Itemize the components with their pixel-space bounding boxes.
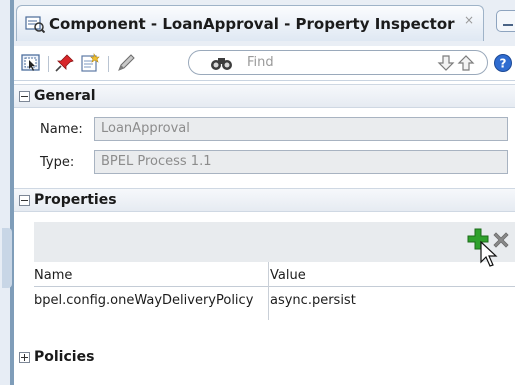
close-icon[interactable]: × bbox=[464, 13, 474, 27]
column-header-name[interactable]: Name bbox=[34, 268, 266, 283]
table-header: Name Value bbox=[34, 262, 515, 287]
select-icon[interactable] bbox=[20, 53, 42, 73]
find-field[interactable]: Find bbox=[188, 50, 488, 75]
left-splitter[interactable] bbox=[0, 0, 14, 385]
general-section-title: General bbox=[34, 88, 96, 104]
collapse-icon[interactable] bbox=[19, 195, 30, 206]
toolbar: Find ? bbox=[14, 46, 515, 81]
property-value-cell[interactable]: async.persist bbox=[270, 293, 515, 308]
minimize-button[interactable] bbox=[496, 10, 515, 32]
properties-toolbar bbox=[34, 222, 515, 267]
type-field[interactable]: BPEL Process 1.1 bbox=[94, 150, 508, 174]
find-placeholder: Find bbox=[247, 55, 274, 70]
splitter-handle[interactable] bbox=[2, 228, 12, 288]
svg-text:?: ? bbox=[500, 57, 507, 71]
expand-icon[interactable] bbox=[19, 352, 30, 363]
toolbar-separator bbox=[48, 56, 49, 72]
properties-section-header[interactable]: Properties bbox=[14, 188, 515, 212]
pencil-icon[interactable] bbox=[116, 53, 138, 73]
edit-properties-icon[interactable] bbox=[80, 53, 102, 73]
title-bar: Component - LoanApproval - Property Insp… bbox=[14, 0, 515, 46]
tab-title: Component - LoanApproval - Property Insp… bbox=[49, 15, 455, 33]
general-section-header[interactable]: General bbox=[14, 84, 515, 108]
property-inspector-panel: Component - LoanApproval - Property Insp… bbox=[14, 0, 515, 385]
policies-section-header[interactable]: Policies bbox=[14, 346, 515, 370]
name-label: Name: bbox=[40, 122, 83, 137]
collapse-icon[interactable] bbox=[19, 91, 30, 102]
policies-section-title: Policies bbox=[34, 349, 95, 365]
find-previous-icon[interactable] bbox=[457, 54, 475, 72]
name-field[interactable]: LoanApproval bbox=[94, 117, 508, 141]
column-header-value[interactable]: Value bbox=[270, 268, 515, 283]
pin-icon[interactable] bbox=[54, 53, 76, 73]
toolbar-separator bbox=[108, 56, 109, 72]
properties-section-title: Properties bbox=[34, 192, 117, 208]
property-name-cell[interactable]: bpel.config.oneWayDeliveryPolicy bbox=[34, 293, 266, 308]
property-inspector-icon bbox=[25, 16, 45, 33]
find-next-icon[interactable] bbox=[437, 54, 455, 72]
binoculars-icon[interactable] bbox=[209, 54, 235, 72]
help-icon[interactable]: ? bbox=[492, 53, 514, 73]
tab-property-inspector[interactable]: Component - LoanApproval - Property Insp… bbox=[16, 5, 484, 41]
type-label: Type: bbox=[40, 155, 75, 170]
table-row[interactable]: bpel.config.oneWayDeliveryPolicy async.p… bbox=[34, 288, 515, 316]
